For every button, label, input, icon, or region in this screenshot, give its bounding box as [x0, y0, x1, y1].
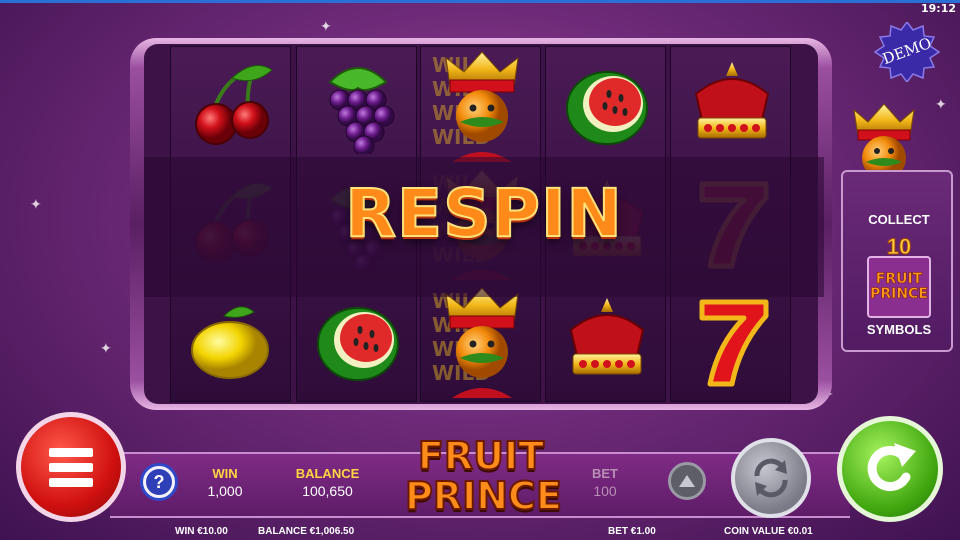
reel-symbol-crown	[546, 283, 667, 401]
logo-line-2: PRINCE	[404, 474, 563, 518]
spin-arrow-icon	[867, 443, 916, 491]
reel-symbol-watermelon	[546, 47, 667, 165]
question-icon: ?	[146, 469, 172, 495]
sparkle-icon: ✦	[935, 96, 947, 112]
reel-symbol-crown	[671, 47, 792, 165]
win-value: 1,000	[207, 483, 243, 499]
reel-symbol-watermelon	[297, 283, 418, 401]
status-clock: 19:12	[920, 2, 956, 15]
arrow-up-icon	[679, 475, 695, 487]
bet-value: 100	[593, 483, 617, 499]
reel-symbol-wild-prince: WILDWILDWILDWILD	[421, 47, 542, 165]
footer-bet: BET €1.00	[608, 526, 656, 537]
reel-symbol-wild-prince: WILDWILDWILDWILD	[421, 283, 542, 401]
reel-symbol-grapes	[297, 47, 418, 165]
balance-value: 100,650	[302, 483, 353, 499]
sparkle-icon: ✦	[30, 196, 42, 212]
badge-line-2: PRINCE	[870, 286, 928, 302]
fruit-prince-symbol-badge: FRUIT PRINCE	[867, 256, 931, 318]
logo-line-1: FRUIT	[417, 434, 545, 478]
spin-button[interactable]	[837, 416, 943, 522]
respin-banner: RESPIN	[344, 174, 623, 253]
balance-label: BALANCE	[295, 466, 360, 481]
reel-symbol-lemon	[171, 283, 292, 401]
autoplay-button[interactable]	[731, 438, 811, 518]
sparkle-icon: ✦	[320, 18, 332, 34]
collect-subtitle: SYMBOLS	[866, 322, 932, 337]
footer-win: WIN €10.00	[175, 526, 228, 537]
win-label: WIN	[212, 466, 238, 481]
fruit-prince-logo: FRUIT PRINCE	[404, 434, 563, 532]
collect-panel: COLLECT 10 FRUIT PRINCE SYMBOLS	[841, 170, 953, 352]
collect-title: COLLECT	[868, 212, 930, 227]
sparkle-icon: ✦	[100, 340, 112, 356]
badge-line-1: FRUIT	[875, 271, 923, 287]
footer-coin-value: COIN VALUE €0.01	[724, 526, 813, 537]
bet-label: BET	[592, 466, 618, 481]
footer-balance: BALANCE €1,006.50	[258, 526, 355, 537]
help-button[interactable]: ?	[140, 463, 178, 501]
reel-symbol-cherry	[171, 47, 292, 165]
bet-up-button[interactable]	[668, 462, 706, 500]
demo-badge: DEMO	[872, 20, 942, 84]
menu-button[interactable]	[16, 412, 126, 522]
reel-symbol-seven	[671, 283, 792, 401]
top-accent-bar	[0, 0, 960, 3]
refresh-icon	[754, 458, 788, 498]
